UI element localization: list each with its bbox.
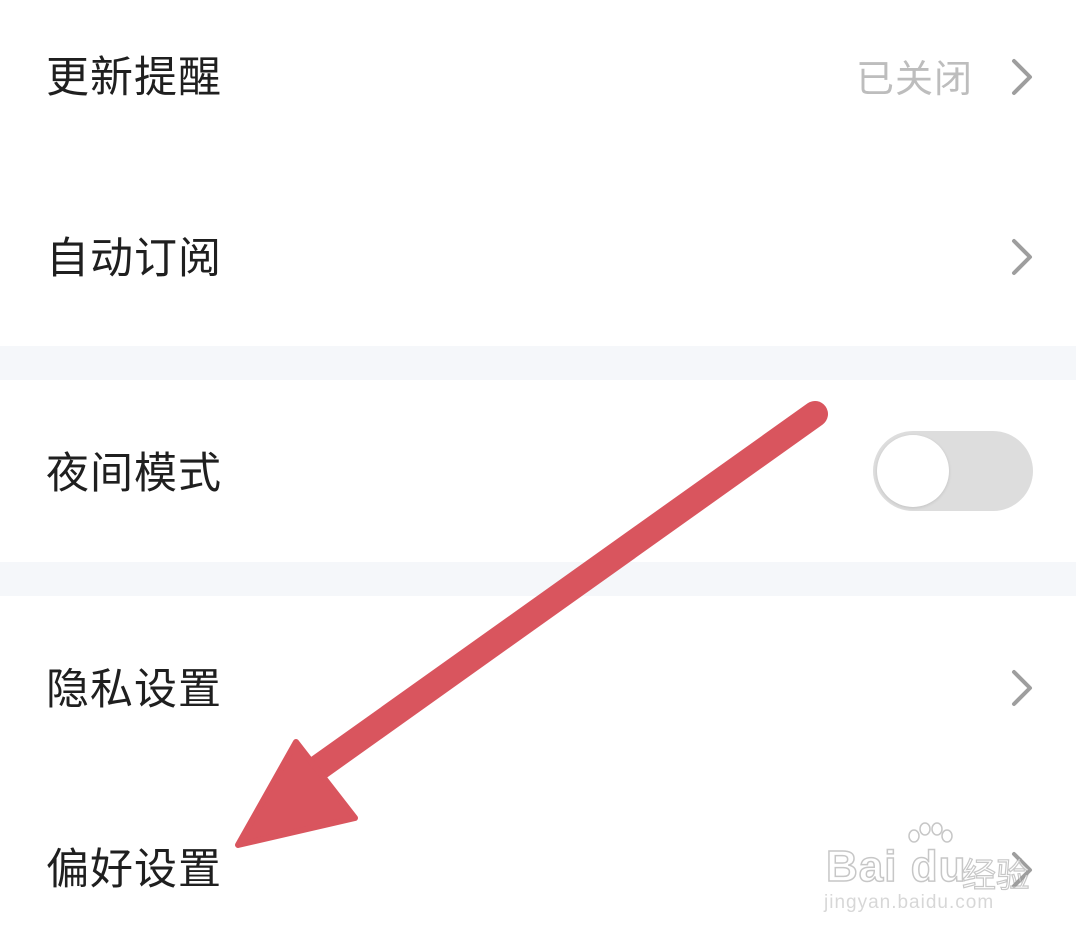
update-reminder-value: 已关闭 (856, 57, 974, 101)
preference-settings-label: 偏好设置 (46, 845, 222, 895)
toggle-knob (877, 435, 949, 507)
chevron-right-icon (1012, 670, 1032, 706)
night-mode-label: 夜间模式 (46, 449, 222, 499)
watermark-url: jingyan.baidu.com (824, 892, 995, 913)
settings-page: 更新提醒 已关闭 自动订阅 夜间模式 隐私设置 偏好设置 Bai du 经验 j… (0, 0, 1076, 940)
chevron-right-icon (1012, 239, 1032, 275)
section-divider (0, 562, 1076, 596)
chevron-right-icon (1012, 59, 1032, 95)
update-reminder-row[interactable]: 更新提醒 已关闭 (0, 0, 1076, 160)
privacy-settings-row[interactable]: 隐私设置 (0, 596, 1076, 776)
auto-subscribe-label: 自动订阅 (46, 234, 222, 284)
update-reminder-label: 更新提醒 (46, 53, 222, 103)
privacy-settings-label: 隐私设置 (46, 665, 222, 715)
night-mode-toggle[interactable] (873, 431, 1033, 511)
section-divider (0, 346, 1076, 380)
baidu-jingyan-watermark: Bai du 经验 jingyan.baidu.com (822, 820, 1062, 920)
watermark-logo: Bai du (825, 841, 967, 892)
auto-subscribe-row[interactable]: 自动订阅 (0, 160, 1076, 346)
watermark-suffix: 经验 (961, 855, 1030, 896)
